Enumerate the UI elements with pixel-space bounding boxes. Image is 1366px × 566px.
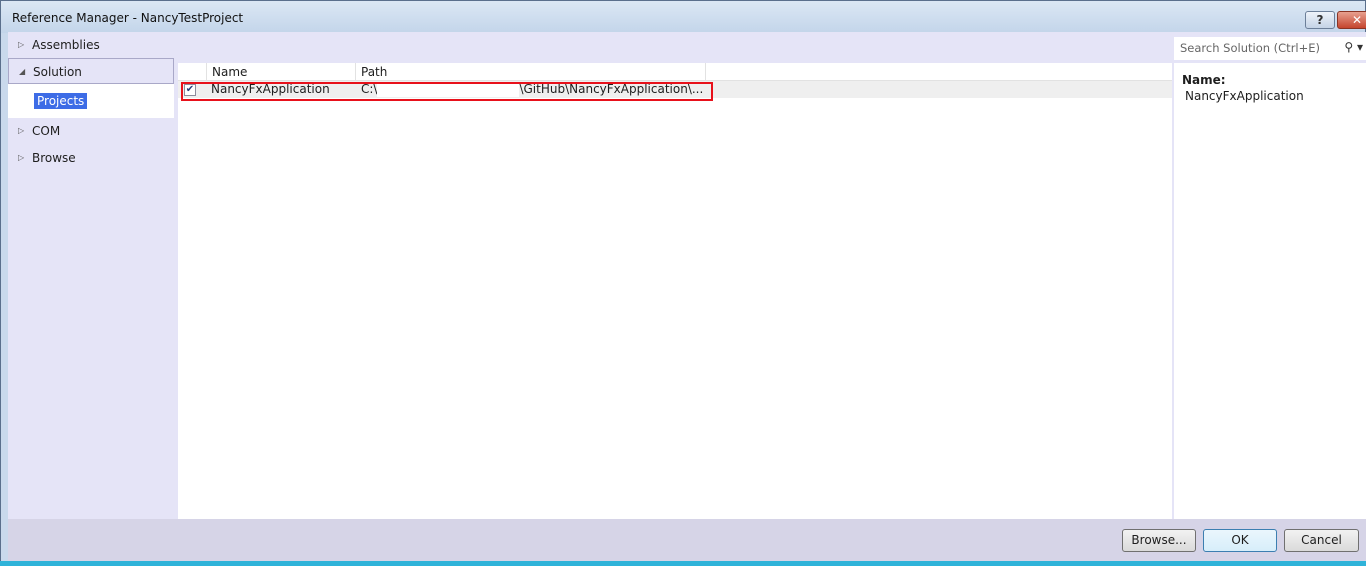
- reference-manager-window: Reference Manager - NancyTestProject ? ✕…: [0, 0, 1366, 566]
- details-name-value: NancyFxApplication: [1185, 89, 1304, 103]
- close-button[interactable]: ✕: [1337, 11, 1366, 29]
- sidebar-item-browse[interactable]: ▷ Browse: [8, 145, 174, 171]
- sidebar-item-projects[interactable]: Projects: [34, 93, 88, 109]
- expand-triangle-icon: ▷: [18, 126, 25, 135]
- search-placeholder: Search Solution (Ctrl+E): [1180, 41, 1321, 55]
- dialog-client: ▷ Assemblies ◢ Solution Projects ▷ COM ▷ Bro…: [8, 32, 1366, 562]
- category-sidebar: ▷ Assemblies ◢ Solution Projects ▷ COM ▷ Bro…: [8, 32, 174, 519]
- expand-triangle-icon: ▷: [18, 153, 25, 162]
- details-name-label: Name:: [1182, 73, 1226, 87]
- sidebar-item-solution[interactable]: ◢ Solution: [8, 58, 174, 84]
- expand-triangle-icon: ▷: [18, 40, 25, 49]
- search-input[interactable]: Search Solution (Ctrl+E) ⚲ ▾: [1174, 37, 1366, 60]
- solution-subitems: Projects: [8, 84, 174, 118]
- sidebar-item-label: Solution: [33, 65, 82, 79]
- sidebar-item-com[interactable]: ▷ COM: [8, 118, 174, 144]
- window-title: Reference Manager - NancyTestProject: [12, 11, 244, 25]
- search-icon[interactable]: ⚲ ▾: [1344, 40, 1363, 54]
- sidebar-item-label: Assemblies: [32, 38, 100, 52]
- sidebar-item-assemblies[interactable]: ▷ Assemblies: [8, 32, 174, 58]
- project-list: Name Path ✔ NancyFxApplication C:\ \GitHu…: [178, 63, 1172, 519]
- column-header-name[interactable]: Name: [207, 63, 356, 81]
- ok-button[interactable]: OK: [1203, 529, 1277, 552]
- details-panel: Name: NancyFxApplication: [1174, 63, 1366, 519]
- column-header-check[interactable]: [178, 63, 207, 81]
- sidebar-item-label: Browse: [32, 151, 76, 165]
- list-header: Name Path: [178, 63, 1172, 81]
- browse-button[interactable]: Browse...: [1122, 529, 1196, 552]
- column-header-path[interactable]: Path: [356, 63, 706, 81]
- title-bar[interactable]: Reference Manager - NancyTestProject ? ✕: [1, 1, 1366, 33]
- help-button[interactable]: ?: [1305, 11, 1335, 29]
- sidebar-item-label: COM: [32, 124, 61, 138]
- button-bar: Browse... OK Cancel: [8, 519, 1366, 562]
- highlight-box: [181, 82, 713, 101]
- cancel-button[interactable]: Cancel: [1284, 529, 1359, 552]
- taskbar-edge: [0, 561, 1366, 566]
- collapse-triangle-icon: ◢: [19, 67, 26, 76]
